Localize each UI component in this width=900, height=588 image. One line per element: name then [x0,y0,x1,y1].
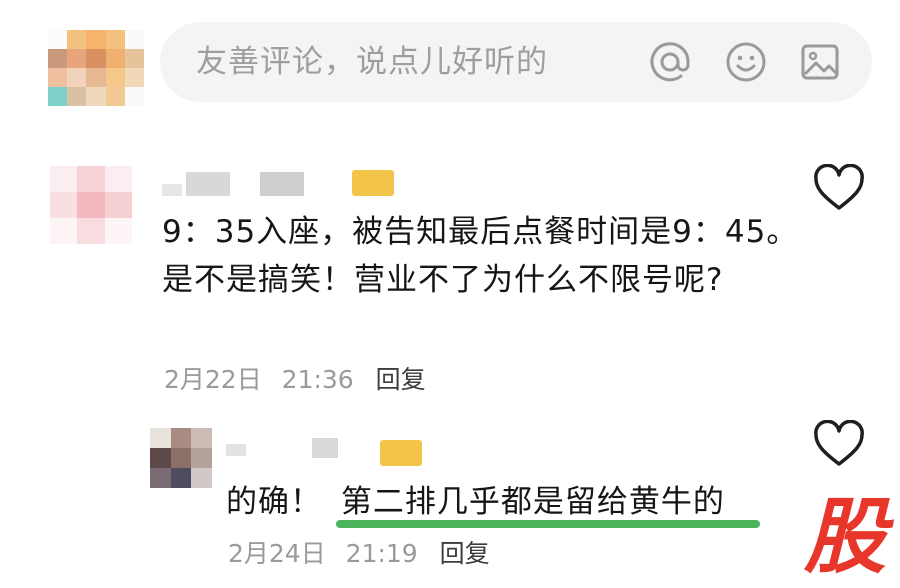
reply-reply-button[interactable]: 回复 [440,539,490,568]
reply-text: 的确！ 第二排几乎都是留给黄牛的 [226,478,725,526]
image-icon[interactable] [798,40,842,84]
highlight-underline [336,520,760,528]
comment-meta: 2月22日 21:36 回复 [164,362,426,398]
comment-text: 9：35入座，被告知最后点餐时间是9：45。是不是搞笑！营业不了为什么不限号呢? [162,214,799,298]
comment-input-placeholder: 友善评论，说点儿好听的 [196,44,548,80]
commenter-avatar[interactable] [50,166,132,244]
reply-date: 2月24日 [228,539,326,568]
like-heart-icon[interactable] [812,164,866,212]
reply-text-prefix: 的确！ [226,484,322,520]
replier-avatar[interactable] [150,428,212,488]
comment-time: 21:36 [281,365,354,394]
replier-badge-icon [380,440,422,466]
reply-time: 21:19 [345,539,418,568]
emoji-icon[interactable] [724,40,768,84]
reply-text-highlight: 第二排几乎都是留给黄牛的 [340,484,725,520]
reply-like-heart-icon[interactable] [812,420,866,468]
avatar[interactable] [48,30,144,106]
user-badge-icon [352,170,394,196]
comment-reply-button[interactable]: 回复 [376,365,426,394]
comment-date: 2月22日 [164,365,262,394]
watermark-stamp: 股 [804,489,886,585]
reply-meta: 2月24日 21:19 回复 [228,536,490,572]
at-icon[interactable] [648,40,692,84]
